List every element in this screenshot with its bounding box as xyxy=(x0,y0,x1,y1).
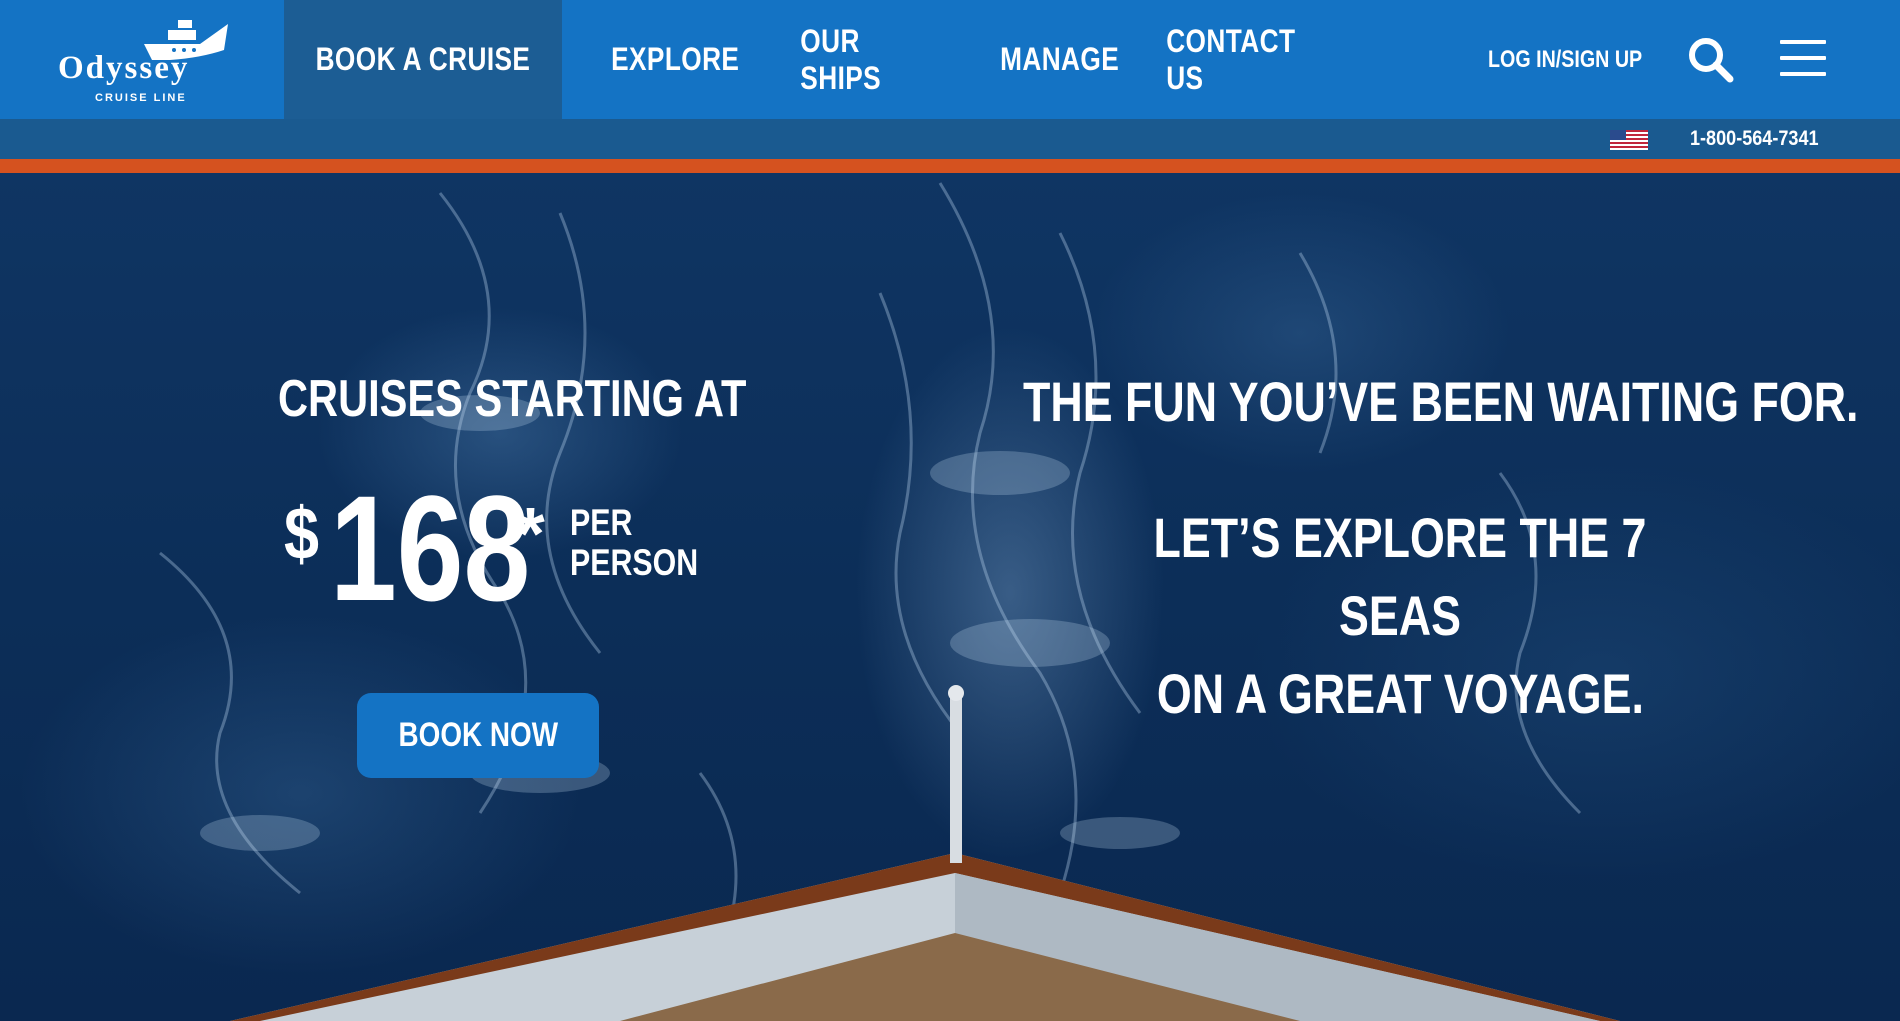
nav-book-a-cruise[interactable]: BOOK A CRUISE xyxy=(284,0,562,119)
hero-tagline: THE FUN YOU’VE BEEN WAITING FOR. xyxy=(1023,369,1900,434)
login-signup-link[interactable]: LOG IN/SIGN UP xyxy=(1488,0,1676,119)
hero-subheading: LET’S EXPLORE THE 7 SEAS ON A GREAT VOYA… xyxy=(1020,499,1780,733)
per-person-label: PER PERSON xyxy=(570,503,726,583)
nav-item-label: CONTACT US xyxy=(1166,22,1296,96)
hamburger-menu-button[interactable] xyxy=(1780,36,1828,80)
search-icon xyxy=(1689,38,1734,83)
search-button[interactable] xyxy=(1686,36,1736,84)
menu-bar xyxy=(1780,40,1826,44)
starting-price-label: CRUISES STARTING AT xyxy=(278,369,863,429)
menu-bar xyxy=(1780,72,1826,76)
nav-item-label: OUR SHIPS xyxy=(800,22,882,96)
us-flag-icon[interactable] xyxy=(1610,130,1648,150)
nav-item-label: MANAGE xyxy=(1000,41,1120,77)
nav-explore[interactable]: EXPLORE xyxy=(600,0,750,119)
nav-our-ships[interactable]: OUR SHIPS xyxy=(785,0,955,119)
book-now-label: BOOK NOW xyxy=(398,716,558,754)
brand-logo[interactable]: Odyssey CRUISE LINE xyxy=(0,0,284,119)
person-label: PERSON xyxy=(570,542,699,583)
tagline-text: THE FUN YOU’VE BEEN WAITING FOR. xyxy=(1023,370,1859,433)
per-label: PER xyxy=(570,502,633,543)
nav-item-label: EXPLORE xyxy=(610,41,740,77)
price-text: 168 xyxy=(330,464,531,632)
price-asterisk: * xyxy=(516,492,545,575)
phone-label: 1-800-564-7341 xyxy=(1690,127,1819,150)
subheading-line-2: ON A GREAT VOYAGE. xyxy=(1156,662,1644,725)
nav-item-label: BOOK A CRUISE xyxy=(315,41,531,77)
currency-symbol: $ xyxy=(284,491,325,576)
subheading-line-1: LET’S EXPLORE THE 7 SEAS xyxy=(1153,506,1647,647)
accent-divider xyxy=(0,159,1900,173)
nav-contact-us[interactable]: CONTACT US xyxy=(1150,0,1330,119)
login-label: LOG IN/SIGN UP xyxy=(1488,45,1643,73)
menu-bar xyxy=(1780,56,1826,60)
starting-price-text: CRUISES STARTING AT xyxy=(278,370,747,428)
hero-banner: CRUISES STARTING AT $ 168 * PER PERSON B… xyxy=(0,173,1900,1021)
nav-manage[interactable]: MANAGE xyxy=(985,0,1135,119)
currency-text: $ xyxy=(284,492,319,575)
brand-name: Odyssey xyxy=(58,50,190,86)
phone-number[interactable]: 1-800-564-7341 xyxy=(1690,119,1839,159)
book-now-button[interactable]: BOOK NOW xyxy=(357,693,599,778)
brand-subtitle: CRUISE LINE xyxy=(95,92,187,104)
top-navigation-bar: Odyssey CRUISE LINE BOOK A CRUISE EXPLOR… xyxy=(0,0,1900,119)
